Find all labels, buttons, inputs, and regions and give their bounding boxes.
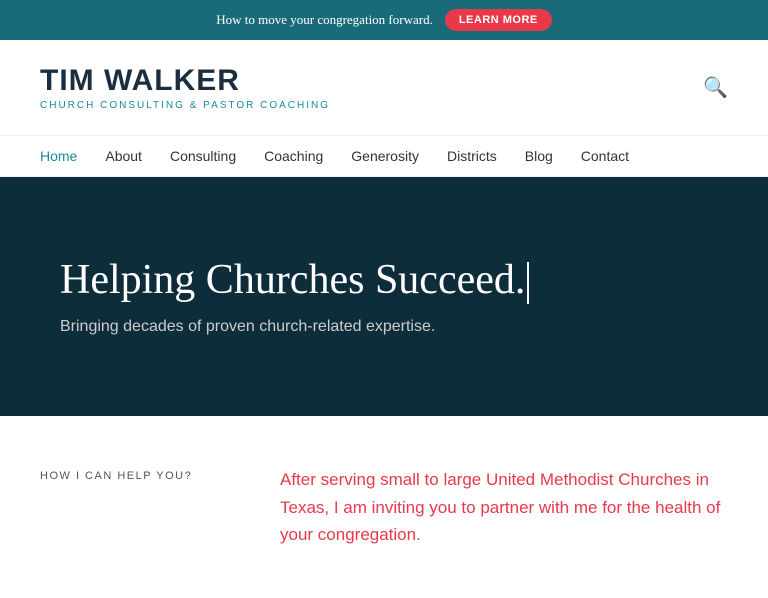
nav-item-consulting[interactable]: Consulting — [170, 148, 236, 164]
hero-section: Helping Churches Succeed. Bringing decad… — [0, 177, 768, 416]
nav-item-blog[interactable]: Blog — [525, 148, 553, 164]
nav-item-about[interactable]: About — [105, 148, 142, 164]
logo: TIM WALKER Church Consulting & Pastor Co… — [40, 64, 330, 111]
logo-subtitle: Church Consulting & Pastor Coaching — [40, 100, 330, 111]
text-cursor — [527, 262, 529, 304]
nav-item-districts[interactable]: Districts — [447, 148, 497, 164]
logo-title: TIM WALKER — [40, 64, 330, 98]
nav-item-coaching[interactable]: Coaching — [264, 148, 323, 164]
banner-message: How to move your congregation forward. — [216, 12, 433, 28]
nav-item-contact[interactable]: Contact — [581, 148, 629, 164]
search-icon[interactable]: 🔍 — [703, 75, 728, 100]
main-nav: Home About Consulting Coaching Generosit… — [0, 136, 768, 177]
nav-item-home[interactable]: Home — [40, 148, 77, 164]
content-label: HOW I CAN HELP YOU? — [40, 466, 240, 482]
content-text: After serving small to large United Meth… — [280, 466, 728, 548]
hero-title: Helping Churches Succeed. — [60, 257, 708, 304]
header: TIM WALKER Church Consulting & Pastor Co… — [0, 40, 768, 136]
top-banner: How to move your congregation forward. L… — [0, 0, 768, 40]
nav-item-generosity[interactable]: Generosity — [351, 148, 419, 164]
learn-more-button[interactable]: LEARN MORE — [445, 9, 552, 31]
hero-subtitle: Bringing decades of proven church-relate… — [60, 318, 708, 336]
content-section: HOW I CAN HELP YOU? After serving small … — [0, 416, 768, 598]
